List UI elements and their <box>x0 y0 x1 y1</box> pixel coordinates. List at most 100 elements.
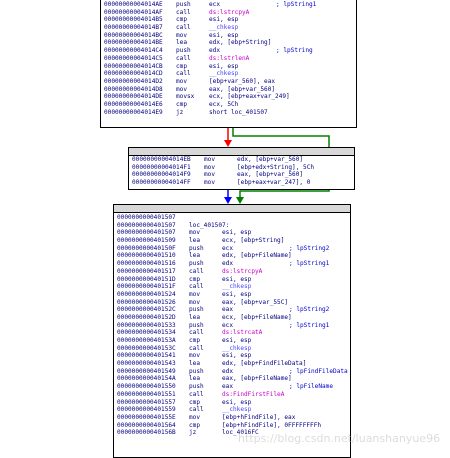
asm-line[interactable]: 0000000000401507 <box>117 214 348 222</box>
code-block-top[interactable]: 00000000004014AE push ecx; lpString1 000000… <box>100 0 357 128</box>
code-block-bottom-lines: 0000000000401507 0000000000401507 loc_4015… <box>117 214 348 437</box>
asm-line[interactable]: 0000000000401549 push edx ; lpFindFileData <box>117 368 348 376</box>
mnemonic: call <box>189 406 204 414</box>
mnemonic: lea <box>189 237 201 245</box>
asm-line[interactable]: 000000000040152D lea ecx, [ebp+FileName] <box>117 314 348 322</box>
address: 0000000000401551 <box>117 390 176 398</box>
asm-line[interactable]: 00000000004014EB mov edx, [ebp+var_560] <box>132 156 352 164</box>
mnemonic: mov <box>176 77 188 85</box>
asm-line[interactable]: 0000000000401510 lea edx, [ebp+FileName] <box>117 252 348 260</box>
mnemonic: mov <box>204 156 216 163</box>
comment: ; lpString <box>276 47 313 55</box>
asm-line[interactable]: 0000000000401517 call ds:lstrcpyA <box>117 268 348 276</box>
asm-line[interactable]: 00000000004014AF call ds:lstrcpyA <box>104 9 354 17</box>
asm-line[interactable]: 00000000004014E6 cmp ecx, 5Ch <box>104 101 354 109</box>
asm-line[interactable]: 000000000040155E mov [ebp+hFindFile], eax <box>117 414 348 422</box>
mnemonic: mov <box>176 31 188 39</box>
edge-true-arrowhead <box>236 197 244 204</box>
address: 000000000040155E <box>117 413 176 421</box>
asm-line[interactable]: 0000000000401533 push ecx ; lpString1 <box>117 322 348 330</box>
code-block-middle-lines: 00000000004014EB mov edx, [ebp+var_560] 000… <box>132 156 352 187</box>
asm-line[interactable]: 00000000004014C5 call ds:lstrlenA <box>104 55 354 63</box>
mnemonic: push <box>189 321 204 329</box>
address: 00000000004014C4 <box>104 47 163 55</box>
asm-line[interactable]: 00000000004014B7 call __chkesp <box>104 24 354 32</box>
asm-line[interactable]: 0000000000401509 lea ecx, [ebp+String] <box>117 237 348 245</box>
asm-line[interactable]: 0000000000401526 mov eax, [ebp+var_55C] <box>117 299 348 307</box>
address: 0000000000401549 <box>117 367 176 375</box>
mnemonic: lea <box>189 360 201 368</box>
mnemonic: lea <box>189 313 201 321</box>
asm-line[interactable]: 000000000040153A cmp esi, esp <box>117 337 348 345</box>
operands: eax, [ebp+var_560] <box>237 171 304 179</box>
operands: esi, esp <box>209 62 239 70</box>
asm-line[interactable]: 000000000040151F call __chkesp <box>117 283 348 291</box>
comment: ; lpString2 <box>289 244 330 252</box>
operands: __chkesp <box>222 344 252 352</box>
address: 00000000004014F1 <box>132 163 191 171</box>
asm-line[interactable]: 00000000004014BC mov esi, esp <box>104 32 354 40</box>
asm-line[interactable]: 00000000004014CB cmp esi, esp <box>104 63 354 71</box>
code-block-bottom[interactable]: 0000000000401507 0000000000401507 loc_4015… <box>113 204 351 458</box>
asm-line[interactable]: 0000000000401551 call ds:FindFirstFileA <box>117 391 348 399</box>
operands: __chkesp <box>222 406 252 414</box>
asm-line[interactable]: 0000000000401557 cmp esi, esp <box>117 399 348 407</box>
mnemonic: jz <box>176 108 184 116</box>
asm-line[interactable]: 000000000040151D cmp esi, esp <box>117 276 348 284</box>
comment: ; lpString1 <box>289 260 330 268</box>
asm-line[interactable]: 0000000000401534 call ds:lstrcatA <box>117 329 348 337</box>
operands: edx, [ebp+FileName] <box>222 252 292 260</box>
code-block-middle[interactable]: 00000000004014EB mov edx, [ebp+var_560] 000… <box>128 147 355 190</box>
asm-line[interactable]: 0000000000401559 call __chkesp <box>117 406 348 414</box>
address: 000000000040151D <box>117 275 176 283</box>
mnemonic: push <box>189 383 204 391</box>
asm-line[interactable]: 0000000000401507 loc_401507: <box>117 222 348 230</box>
asm-line[interactable]: 00000000004014D2 mov [ebp+var_560], eax <box>104 78 354 86</box>
address: 000000000040150F <box>117 244 176 252</box>
asm-line[interactable]: 00000000004014AE push ecx ; lpString1 <box>104 1 354 9</box>
asm-line[interactable]: 0000000000401507 mov esi, esp <box>117 229 348 237</box>
asm-line[interactable]: 0000000000401524 mov esi, esp <box>117 291 348 299</box>
operands: ds:lstrcpyA <box>222 267 263 275</box>
asm-line[interactable]: 00000000004014CD call __chkesp <box>104 70 354 78</box>
operands: ecx, [ebp+String] <box>222 237 285 245</box>
mnemonic: mov <box>189 298 201 306</box>
comment: ; lpString2 <box>289 306 330 314</box>
operands: eax <box>222 383 234 391</box>
asm-line[interactable]: 000000000040150F push ecx ; lpString2 <box>117 245 348 253</box>
asm-line[interactable]: 0000000000401541 mov esi, esp <box>117 352 348 360</box>
mnemonic: call <box>176 8 191 16</box>
asm-line[interactable]: 000000000040154A lea eax, [ebp+FileName] <box>117 375 348 383</box>
address: 00000000004014AF <box>104 8 163 16</box>
asm-line[interactable]: 000000000040152C push eax ; lpString2 <box>117 306 348 314</box>
operands: ecx, 5Ch <box>209 100 239 108</box>
code-block-top-lines: 00000000004014AE push ecx; lpString1 000000… <box>104 1 354 116</box>
asm-line[interactable]: 00000000004014D8 mov eax, [ebp+var_560] <box>104 86 354 94</box>
asm-line[interactable]: 000000000040153C call __chkesp <box>117 345 348 353</box>
operands: esi, esp <box>222 398 252 406</box>
operands: __chkesp <box>209 70 239 78</box>
asm-line[interactable]: 0000000000401550 push eax ; lpFileName <box>117 383 348 391</box>
address: 00000000004014F9 <box>132 171 191 179</box>
asm-line[interactable]: 00000000004014BE lea edx, [ebp+String] <box>104 39 354 47</box>
asm-line[interactable]: 00000000004014C4 push edx ; lpString <box>104 47 354 55</box>
asm-line[interactable]: 00000000004014FF mov [ebp+eax+var_247], 0 <box>132 179 352 187</box>
mnemonic: jz <box>189 429 197 437</box>
asm-line[interactable]: 00000000004014B5 cmp esi, esp <box>104 16 354 24</box>
address: 0000000000401541 <box>117 352 176 360</box>
asm-line[interactable]: 00000000004014F9 mov eax, [ebp+var_560] <box>132 171 352 179</box>
asm-line[interactable]: 00000000004014E9 jz short loc_401507 <box>104 109 354 117</box>
asm-line[interactable]: 00000000004014F1 mov [ebp+edx+String], 5Ch <box>132 164 352 172</box>
mnemonic: call <box>176 54 191 62</box>
operands: edx <box>209 47 221 55</box>
mnemonic: call <box>189 329 204 337</box>
asm-line[interactable]: 0000000000401543 lea edx, [ebp+FindFileDat… <box>117 360 348 368</box>
operands: edx <box>222 260 234 268</box>
asm-line[interactable]: 0000000000401564 cmp [ebp+hFindFile], 0FFF… <box>117 422 348 430</box>
comment: ; lpFindFileData <box>289 367 348 375</box>
asm-line[interactable]: 00000000004014DE movsx ecx, [ebp+eax+var_2… <box>104 93 354 101</box>
mnemonic: mov <box>204 171 216 179</box>
operands: esi, esp <box>222 352 252 360</box>
asm-line[interactable]: 0000000000401516 push edx ; lpString1 <box>117 260 348 268</box>
comment: ; lpString1 <box>276 1 317 8</box>
